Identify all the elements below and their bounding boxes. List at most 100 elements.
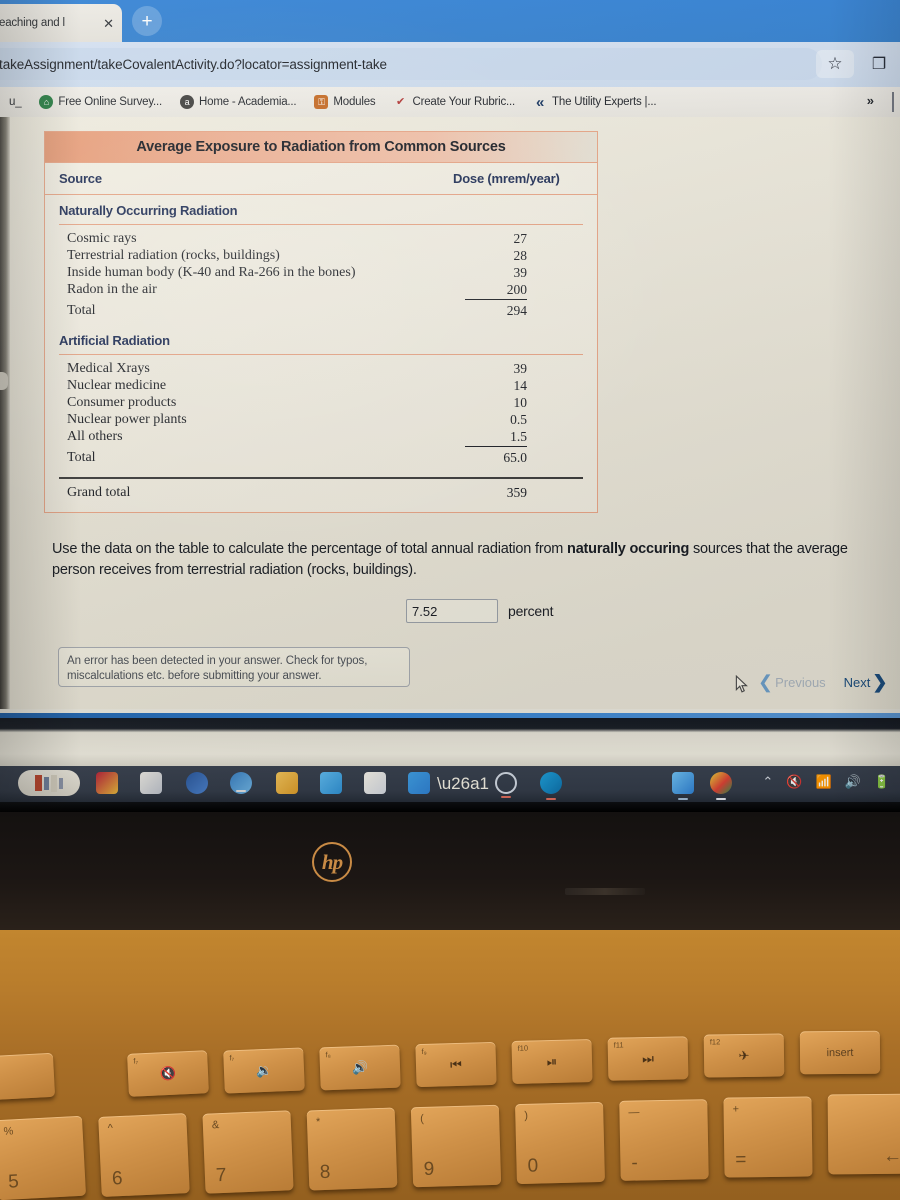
browser-tab-strip: teaching and l ✕ + <box>0 0 900 42</box>
key-7[interactable]: & 7 <box>202 1110 294 1194</box>
key-backspace[interactable]: ← <box>827 1093 900 1175</box>
key-shift-label: * <box>315 1116 321 1129</box>
open-indicator <box>678 798 688 800</box>
row-label: Medical Xrays <box>67 361 150 377</box>
window-left-edge <box>0 117 10 709</box>
bookmark-label: Home - Academia... <box>199 96 297 108</box>
previous-track-icon: ⏮ <box>449 1056 463 1073</box>
question-navigation: ❮ Previous Next ❯ <box>758 672 888 693</box>
battery-icon[interactable]: 🔋 <box>874 775 890 788</box>
row-value: 39 <box>513 361 528 377</box>
key-fn-label: f₈ <box>325 1050 331 1060</box>
function-key-volume-down[interactable]: f₇ 🔉 <box>223 1047 305 1094</box>
function-key-airplane-mode[interactable]: f12 ✈ <box>703 1033 785 1078</box>
answer-row: percent <box>406 599 553 623</box>
adobe-reader-icon[interactable] <box>96 772 118 794</box>
close-icon[interactable]: ✕ <box>103 17 114 30</box>
key-0[interactable]: ) 0 <box>515 1101 605 1185</box>
row-label: Total <box>67 303 96 319</box>
previous-button[interactable]: ❮ Previous <box>758 672 826 693</box>
collections-icon[interactable]: ❐ <box>862 50 896 78</box>
question-text: Use the data on the table to calculate t… <box>52 539 888 581</box>
speaker-icon[interactable]: 🔊 <box>845 775 861 788</box>
show-hidden-icons-chevron[interactable]: ⌃ <box>762 775 773 788</box>
row-label: Total <box>67 450 96 466</box>
edge-icon[interactable] <box>540 772 562 800</box>
bookmark-label: Create Your Rubric... <box>412 96 516 108</box>
store-icon[interactable] <box>364 772 386 794</box>
row-label: Radon in the air <box>67 282 157 298</box>
table-column-headers: Source Dose (mrem/year) <box>45 163 597 195</box>
table-row: Nuclear power plants 0.5 <box>45 412 597 429</box>
function-key-next-track[interactable]: f11 ⏭ <box>607 1036 689 1081</box>
open-indicator <box>236 790 246 792</box>
function-key-f6[interactable]: f₇ <box>0 1052 56 1102</box>
chrome-icon[interactable] <box>710 772 732 800</box>
sharepoint-icon[interactable] <box>408 772 430 794</box>
section-rows-artificial: Medical Xrays 39 Nuclear medicine 14 Con… <box>45 361 597 472</box>
mail-icon[interactable] <box>320 772 342 794</box>
chevron-right-icon: ❯ <box>872 672 888 692</box>
next-button[interactable]: Next ❯ <box>844 672 888 693</box>
function-key-volume-up[interactable]: f₈ 🔊 <box>319 1044 401 1091</box>
bookmark-item-0[interactable]: u_ <box>0 96 30 108</box>
key-shift-label: ( <box>420 1112 425 1126</box>
function-key-previous-track[interactable]: f₉ ⏮ <box>415 1041 497 1088</box>
insert-key[interactable]: insert <box>799 1030 881 1075</box>
answer-input[interactable] <box>406 599 498 623</box>
address-bar[interactable]: n/takeAssignment/takeCovalentActivity.do… <box>0 48 822 80</box>
key-fn-label: f₇ <box>133 1056 139 1066</box>
start-button[interactable] <box>18 770 80 796</box>
bookmark-item-modules[interactable]: ⚿ Modules <box>305 95 384 109</box>
key-minus[interactable]: — - <box>619 1099 709 1181</box>
row-label: Cosmic rays <box>67 231 137 247</box>
key-8[interactable]: * 8 <box>306 1107 398 1191</box>
column-header-source: Source <box>59 171 102 186</box>
row-label: Grand total <box>67 484 131 500</box>
row-value: 65.0 <box>503 450 527 466</box>
key-fn-label: f10 <box>517 1043 529 1053</box>
lower-window-band: Email Instructor Save an <box>0 718 900 766</box>
bookmark-item-free-online-survey[interactable]: ⌂ Free Online Survey... <box>30 95 171 109</box>
key-9[interactable]: ( 9 <box>410 1104 502 1188</box>
new-tab-button[interactable]: + <box>132 6 162 36</box>
key-label: 5 <box>7 1171 20 1193</box>
star-icon[interactable]: ☆ <box>816 50 854 78</box>
row-value: 1.5 <box>465 429 527 448</box>
table-row-grand-total: Grand total 359 <box>45 484 597 504</box>
bookmark-item-utility-experts[interactable]: « The Utility Experts |... <box>524 95 665 110</box>
screenshot-root: teaching and l ✕ + n/takeAssignment/take… <box>0 0 900 1200</box>
academia-icon: a <box>180 95 195 109</box>
key-shift-label: % <box>3 1125 14 1138</box>
wifi-icon[interactable]: 📶 <box>815 775 831 788</box>
file-explorer-icon[interactable] <box>276 772 298 794</box>
key-5[interactable]: % 5 <box>0 1115 87 1200</box>
key-equals[interactable]: + = <box>723 1096 813 1178</box>
function-key-mute[interactable]: f₇ 🔇 <box>127 1050 209 1097</box>
row-label: Nuclear power plants <box>67 412 187 428</box>
browser-tab[interactable]: teaching and l ✕ <box>0 4 122 42</box>
row-label: Inside human body (K-40 and Ra-266 in th… <box>67 265 356 281</box>
assignment-page: Average Exposure to Radiation from Commo… <box>0 117 900 709</box>
question-part-1: Use the data on the table to calculate t… <box>52 541 568 557</box>
bookmark-item-create-your-rubric[interactable]: ✔ Create Your Rubric... <box>384 95 524 109</box>
row-label: Terrestrial radiation (rocks, buildings) <box>67 248 280 264</box>
volume-muted-icon[interactable]: 🔇 <box>786 775 802 788</box>
key-6[interactable]: ^ 6 <box>98 1113 190 1197</box>
key-label: 7 <box>215 1164 227 1187</box>
photos-icon[interactable] <box>672 772 694 800</box>
people-icon[interactable] <box>230 772 252 794</box>
bookmarks-overflow-icon[interactable]: » <box>867 93 874 108</box>
volume-down-icon: 🔉 <box>255 1062 273 1079</box>
function-key-play-pause[interactable]: f10 ⏯ <box>511 1039 593 1084</box>
next-track-icon: ⏭ <box>641 1050 654 1067</box>
divider <box>59 354 583 356</box>
edge-legacy-icon[interactable] <box>495 772 517 798</box>
file-explorer-docs-icon[interactable] <box>140 772 162 794</box>
open-indicator <box>546 798 556 800</box>
bookmark-item-home-academia[interactable]: a Home - Academia... <box>171 95 305 109</box>
lightning-icon[interactable]: \u26a1 <box>437 772 489 794</box>
scroll-nib[interactable] <box>0 372 8 390</box>
outlook-mail-icon[interactable] <box>186 772 208 794</box>
table-row: Terrestrial radiation (rocks, buildings)… <box>45 248 597 265</box>
